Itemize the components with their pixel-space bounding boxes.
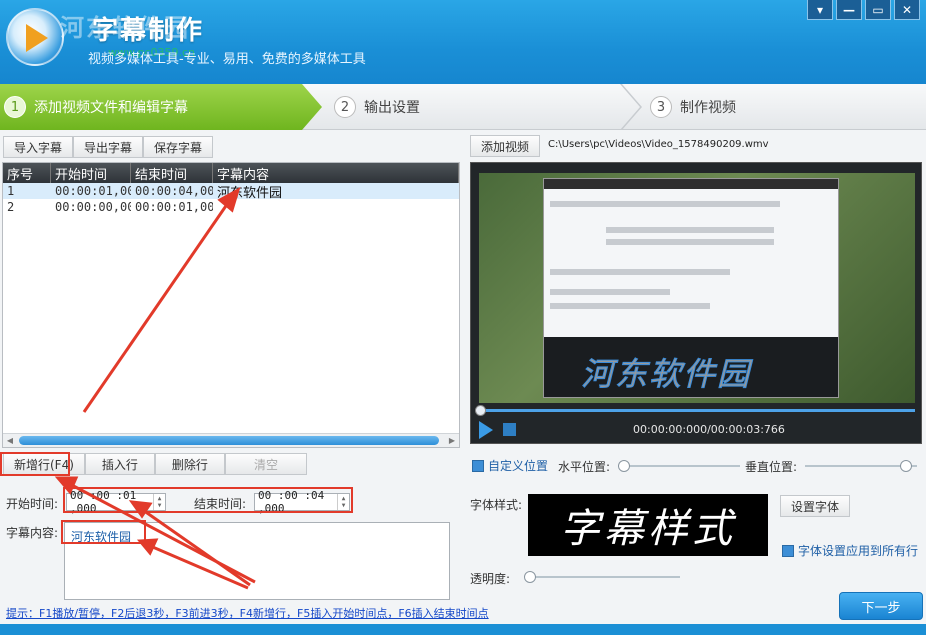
step-number: 1 (4, 96, 26, 118)
horizontal-position-slider[interactable] (618, 460, 740, 472)
start-time-label: 开始时间: (6, 497, 59, 511)
frame-row (550, 269, 730, 275)
step-label: 制作视频 (680, 100, 736, 116)
play-icon[interactable] (479, 421, 493, 439)
app-header: 字幕制作 河东软件园 www.pc0359.cn 视频多媒体工具-专业、易用、免… (0, 0, 926, 84)
delete-row-button[interactable]: 删除行 (154, 453, 225, 475)
checkbox-icon[interactable] (782, 544, 794, 557)
progress-knob[interactable] (475, 405, 486, 416)
close-icon[interactable]: ✕ (894, 0, 920, 20)
shortcut-hint: 提示：F1播放/暂停，F2后退3秒，F3前进3秒，F4新增行，F5插入开始时间点… (6, 607, 489, 620)
import-subtitle-button[interactable]: 导入字幕 (3, 136, 74, 158)
cell-end: 00:00:04,000 (135, 184, 213, 198)
frame-row (550, 289, 670, 295)
next-button[interactable]: 下一步 (839, 592, 923, 620)
frame-row (606, 227, 774, 233)
step-3[interactable]: 3 制作视频 (650, 84, 736, 130)
step-number: 2 (334, 96, 356, 118)
slider-knob[interactable] (618, 460, 631, 472)
bottom-bar (0, 624, 926, 635)
frame-titlebar (544, 179, 838, 189)
cell-text: 河东软件园 (217, 185, 283, 200)
add-video-button[interactable]: 添加视频 (470, 135, 541, 157)
clear-button[interactable]: 清空 (224, 453, 307, 475)
save-subtitle-button[interactable]: 保存字幕 (143, 136, 214, 158)
maximize-icon[interactable]: ▭ (865, 0, 891, 20)
video-watermark: 河东软件园 (580, 355, 752, 394)
cell-start: 00:00:00,000 (55, 200, 131, 214)
minimize-icon[interactable]: — (836, 0, 862, 20)
custom-position-label: 自定义位置 (488, 459, 549, 473)
app-tagline: 视频多媒体工具-专业、易用、免费的多媒体工具 (88, 52, 366, 67)
opacity-slider[interactable] (524, 571, 680, 583)
export-subtitle-button[interactable]: 导出字幕 (73, 136, 144, 158)
annotation-box-times (63, 487, 353, 513)
subtitle-file-toolbar: 导入字幕 导出字幕 保存字幕 (3, 136, 214, 158)
set-font-button[interactable]: 设置字体 (780, 495, 851, 517)
horizontal-scrollbar[interactable]: ◀ ▶ (3, 433, 459, 447)
wizard-steps: 1 添加视频文件和编辑字幕 2 输出设置 3 制作视频 (0, 84, 926, 130)
vertical-position-slider[interactable] (805, 460, 917, 472)
cell-start: 00:00:01,000 (55, 184, 131, 198)
stop-icon[interactable] (503, 423, 516, 436)
subtitle-table: 序号 开始时间 结束时间 字幕内容 1 00:00:01,000 00:00:0… (2, 162, 460, 448)
table-row[interactable]: 1 00:00:01,000 00:00:04,000 河东软件园 (3, 183, 459, 199)
step-2[interactable]: 2 输出设置 (334, 84, 420, 130)
content-label: 字幕内容: (6, 526, 59, 540)
font-style-label: 字体样式: (470, 498, 523, 512)
vertical-position-label: 垂直位置: (745, 460, 798, 474)
custom-position-checkbox[interactable]: 自定义位置 (472, 457, 548, 474)
watermark-text: 河东软件园 (60, 14, 190, 42)
cell-text (213, 199, 459, 215)
step-1[interactable]: 1 添加视频文件和编辑字幕 (0, 84, 322, 130)
horizontal-position-label: 水平位置: (558, 460, 611, 474)
checkbox-icon[interactable] (472, 459, 484, 472)
cell-end: 00:00:01,000 (135, 200, 213, 214)
column-header-end[interactable]: 结束时间 (131, 163, 213, 183)
column-header-start[interactable]: 开始时间 (51, 163, 131, 183)
step-label: 输出设置 (364, 100, 420, 116)
video-path: C:\Users\pc\Videos\Video_1578490209.wmv (548, 139, 769, 150)
frame-row (550, 303, 710, 309)
apply-all-checkbox[interactable]: 字体设置应用到所有行 (782, 542, 918, 559)
video-player[interactable]: 河东软件园 00:00:00:000/00:00:03:766 (470, 162, 922, 444)
menu-icon[interactable]: ▾ (807, 0, 833, 20)
step-separator (620, 84, 642, 130)
opacity-label: 透明度: (470, 572, 511, 586)
column-header-text[interactable]: 字幕内容 (213, 163, 459, 183)
scroll-left-icon[interactable]: ◀ (3, 434, 17, 447)
slider-knob[interactable] (524, 571, 536, 583)
scrollbar-thumb[interactable] (19, 436, 439, 445)
frame-row (550, 201, 780, 207)
window-controls: ▾ — ▭ ✕ (807, 0, 920, 20)
video-progress-bar[interactable] (475, 405, 915, 416)
frame-row (606, 239, 774, 245)
scroll-right-icon[interactable]: ▶ (445, 434, 459, 447)
app-logo-icon (6, 8, 64, 66)
step-label: 添加视频文件和编辑字幕 (34, 100, 188, 116)
insert-row-button[interactable]: 插入行 (84, 453, 155, 475)
font-preview: 字幕样式 (528, 494, 768, 556)
apply-all-label: 字体设置应用到所有行 (798, 544, 919, 558)
video-time: 00:00:00:000/00:00:03:766 (633, 423, 785, 436)
column-header-no[interactable]: 序号 (3, 163, 51, 183)
table-row[interactable]: 2 00:00:00,000 00:00:01,000 (3, 199, 459, 215)
table-header: 序号 开始时间 结束时间 字幕内容 (3, 163, 459, 183)
slider-knob[interactable] (899, 460, 912, 472)
annotation-box-content (61, 520, 146, 544)
cell-no: 2 (7, 200, 15, 214)
step-number: 3 (650, 96, 672, 118)
annotation-box-add-row (0, 452, 70, 476)
cell-no: 1 (7, 184, 15, 198)
